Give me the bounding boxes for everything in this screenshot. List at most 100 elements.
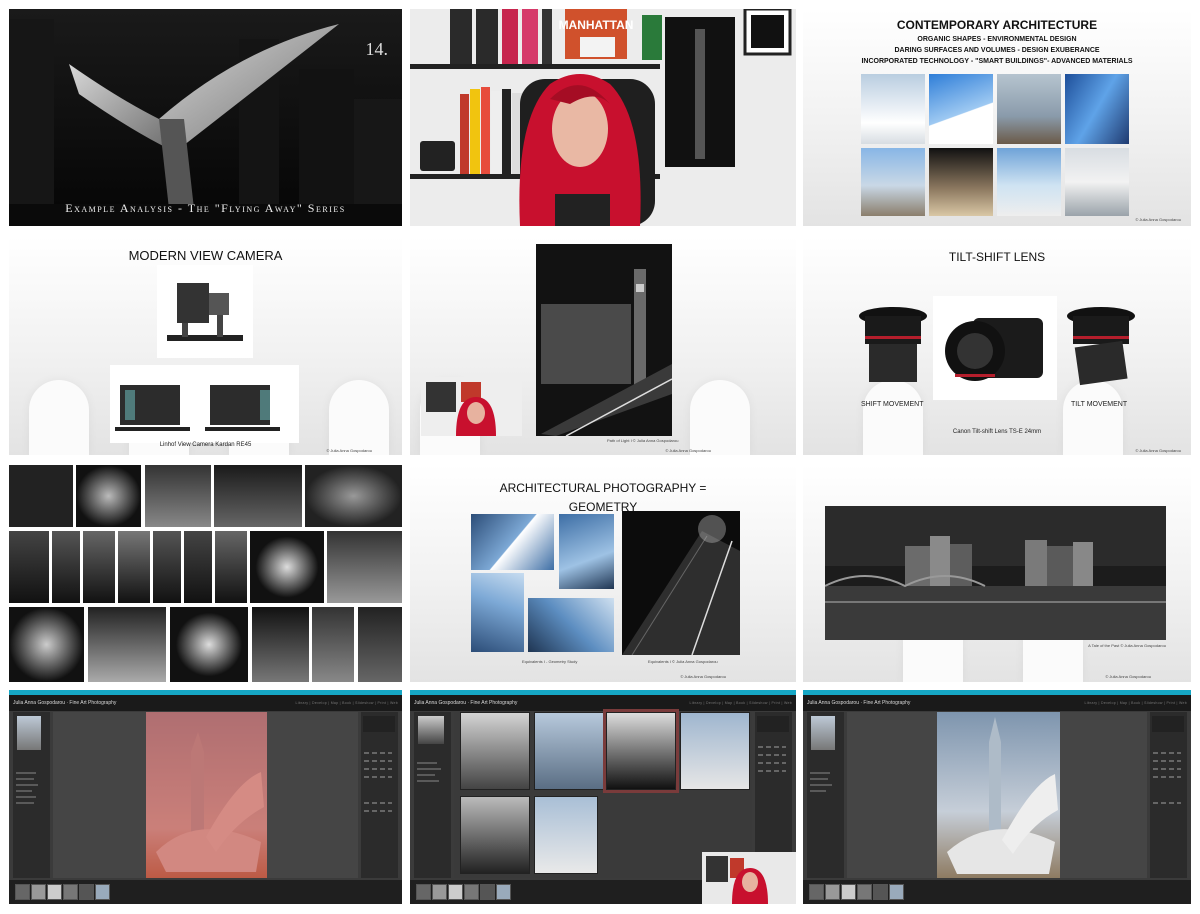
filmstrip-thumb[interactable] — [841, 884, 856, 900]
big-ben-image — [541, 269, 672, 436]
lightroom-survey-view: Julia Anna Gospodarou · Fine Art Photogr… — [410, 690, 796, 904]
left-panel[interactable] — [414, 712, 451, 878]
camera-icon — [945, 318, 1043, 381]
amsterdam-image — [825, 506, 1166, 640]
filmstrip-thumb[interactable] — [416, 884, 431, 900]
copyright: © Julia Anna Gospodarou — [1105, 674, 1151, 679]
one-wtc-image — [947, 717, 1058, 874]
portfolio-thumb — [170, 607, 248, 682]
slide-subtitle-line-3: INCORPORATED TECHNOLOGY - "SMART BUILDIN… — [861, 58, 1133, 65]
filmstrip-thumb[interactable] — [873, 884, 888, 900]
presenter-webcam-inset — [702, 852, 796, 904]
canon-camera-photo — [933, 296, 1057, 400]
equivalents-image — [622, 515, 740, 655]
filmstrip[interactable] — [9, 880, 402, 904]
survey-thumb[interactable] — [534, 712, 604, 790]
image-canvas[interactable] — [53, 712, 358, 878]
develop-preview-image — [937, 712, 1060, 878]
module-picker[interactable]: Library | Develop | Map | Book | Slidesh… — [295, 701, 398, 705]
module-picker[interactable]: Library | Develop | Map | Book | Slidesh… — [1084, 701, 1187, 705]
photo-sydney-opera — [997, 148, 1061, 216]
tilt-label: TILT MOVEMENT — [1071, 401, 1128, 408]
view-camera-photo — [157, 265, 253, 358]
mask-overlay — [146, 712, 267, 878]
copyright: © Julia Anna Gospodarou — [680, 674, 726, 679]
tile-amsterdam: A Tale of the Past © Julia Anna Gospodar… — [803, 465, 1191, 682]
slide-title: MODERN VIEW CAMERA — [128, 248, 283, 263]
equivalents-photo — [622, 511, 740, 655]
filmstrip-thumb[interactable] — [79, 884, 94, 900]
portfolio-thumb — [9, 531, 49, 603]
portfolio-thumb — [305, 465, 402, 527]
portfolio-thumb — [153, 531, 181, 603]
photo-disney-hall — [1065, 148, 1129, 216]
lightroom-header: Julia Anna Gospodarou · Fine Art Photogr… — [9, 695, 402, 711]
filmstrip-thumb[interactable] — [809, 884, 824, 900]
portfolio-thumb — [52, 531, 80, 603]
filmstrip-thumb[interactable] — [480, 884, 495, 900]
tile-presenter: MANHATTAN — [410, 9, 796, 226]
filmstrip-thumb[interactable] — [47, 884, 62, 900]
module-picker[interactable]: Library | Develop | Map | Book | Slidesh… — [689, 701, 792, 705]
photo-shard — [997, 74, 1061, 144]
filmstrip-thumb[interactable] — [825, 884, 840, 900]
survey-thumb-selected[interactable] — [606, 712, 676, 790]
photo-pompidou — [929, 148, 993, 216]
copyright: © Julia Anna Gospodarou — [1135, 448, 1181, 453]
portfolio-thumb — [83, 531, 115, 603]
filmstrip-thumb[interactable] — [857, 884, 872, 900]
tile-path-of-light: Path of Light I © Julia Anna Gospodarou … — [410, 236, 796, 455]
filmstrip-thumb[interactable] — [889, 884, 904, 900]
presenter-webcam-inset — [421, 377, 522, 436]
tilt-lens-photo — [1061, 304, 1139, 392]
geometry-photo-4 — [528, 598, 614, 652]
slide-title: CONTEMPORARY ARCHITECTURE — [896, 18, 1098, 32]
filmstrip-thumb[interactable] — [15, 884, 30, 900]
presenter-webcam-image: MANHATTAN — [410, 9, 796, 226]
filmstrip[interactable] — [803, 880, 1191, 904]
develop-preview-image — [146, 712, 267, 878]
survey-thumb[interactable] — [680, 712, 750, 790]
slide-subtitle-line-1: ORGANIC SHAPES - ENVIRONMENTAL DESIGN — [917, 36, 1077, 43]
left-panel[interactable] — [13, 712, 50, 878]
slide-subtitle-line-2: DARING SURFACES AND VOLUMES - DESIGN EXU… — [894, 47, 1100, 54]
slide-caption: Canon Tilt-shift Lens TS-E 24mm — [952, 429, 1042, 435]
view-camera-bellows-photo — [110, 365, 299, 443]
portfolio-thumb — [9, 607, 84, 682]
caption-right: Equivalents I © Julia Anna Gospodarou — [648, 659, 718, 664]
portfolio-thumb — [184, 531, 212, 603]
geometry-photo-1 — [471, 514, 554, 570]
oculus-image — [9, 9, 402, 226]
portfolio-thumb — [252, 607, 309, 682]
filmstrip-thumb[interactable] — [464, 884, 479, 900]
tile-contemporary-architecture: CONTEMPORARY ARCHITECTURE ORGANIC SHAPES… — [803, 9, 1191, 226]
filmstrip-thumb[interactable] — [63, 884, 78, 900]
right-panel[interactable] — [1150, 712, 1187, 878]
identity-plate: Julia Anna Gospodarou · Fine Art Photogr… — [414, 700, 518, 706]
lightroom-header: Julia Anna Gospodarou · Fine Art Photogr… — [410, 695, 796, 711]
filmstrip-thumb[interactable] — [496, 884, 511, 900]
portfolio-thumb — [118, 531, 150, 603]
left-panel[interactable] — [807, 712, 844, 878]
lightroom-header: Julia Anna Gospodarou · Fine Art Photogr… — [803, 695, 1191, 711]
navigator-preview — [17, 716, 41, 750]
view-camera-icon — [167, 283, 243, 341]
survey-thumb[interactable] — [460, 712, 530, 790]
filmstrip-thumb[interactable] — [432, 884, 447, 900]
image-canvas[interactable] — [847, 712, 1147, 878]
filmstrip-thumb[interactable] — [31, 884, 46, 900]
svg-text:MANHATTAN: MANHATTAN — [559, 18, 634, 32]
path-of-light-photo — [536, 244, 672, 436]
survey-thumb[interactable] — [460, 796, 530, 874]
tile-modern-view-camera: MODERN VIEW CAMERA Linhof View Camera Ka… — [9, 236, 402, 455]
photo-caption: Path of Light I © Julia Anna Gospodarou — [607, 438, 679, 443]
filmstrip-thumb[interactable] — [95, 884, 110, 900]
bellows-icon — [115, 385, 280, 431]
identity-plate: Julia Anna Gospodarou · Fine Art Photogr… — [13, 700, 117, 706]
tile-tilt-shift-lens: TILT-SHIFT LENS SHIFT MOVEMENT TILT MOVE… — [803, 236, 1191, 455]
photo-zaha-1 — [861, 74, 925, 144]
survey-thumb[interactable] — [534, 796, 598, 874]
portfolio-thumb — [250, 531, 324, 603]
right-panel[interactable] — [361, 712, 398, 878]
filmstrip-thumb[interactable] — [448, 884, 463, 900]
